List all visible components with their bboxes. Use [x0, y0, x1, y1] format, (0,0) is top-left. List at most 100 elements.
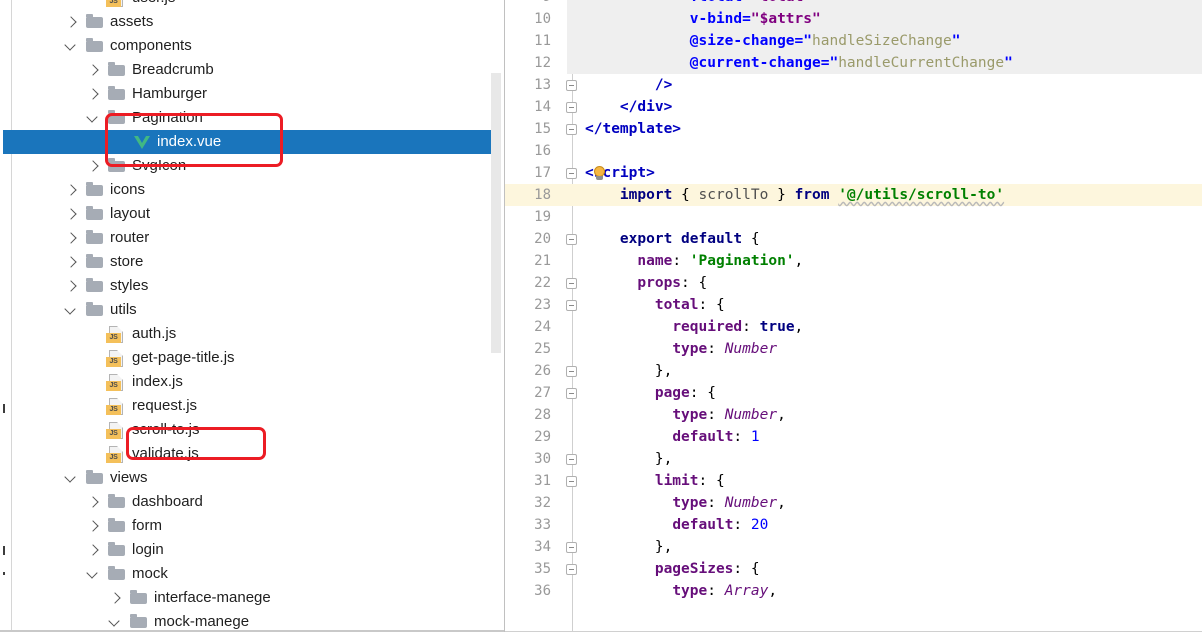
code-line[interactable]: 17 <script>	[505, 162, 1202, 184]
code-line[interactable]: 25 type: Number	[505, 338, 1202, 360]
file-tree-item[interactable]: assets	[0, 10, 504, 34]
file-tree-item[interactable]: JS get-page-title.js	[0, 346, 504, 370]
chevron-right-icon[interactable]	[82, 538, 106, 562]
code-line[interactable]: 22 props: {	[505, 272, 1202, 294]
chevron-right-icon[interactable]	[60, 10, 84, 34]
code-line[interactable]: 27 page: {	[505, 382, 1202, 404]
code-line[interactable]: 9 :total="total"	[505, 0, 1202, 8]
file-tree-item[interactable]: Hamburger	[0, 82, 504, 106]
code-line[interactable]: 33 default: 20	[505, 514, 1202, 536]
code-line[interactable]: 15 </template>	[505, 118, 1202, 140]
chevron-right-icon[interactable]	[82, 490, 106, 514]
code-line[interactable]: 11 @size-change="handleSizeChange"	[505, 30, 1202, 52]
file-tree-item[interactable]: JS auth.js	[0, 322, 504, 346]
file-tree-item[interactable]: index.vue	[3, 130, 502, 154]
code-line[interactable]: 35 pageSizes: {	[505, 558, 1202, 580]
no-chevron-spacer	[82, 370, 106, 394]
chevron-right-icon[interactable]	[104, 586, 128, 610]
code-editor-panel[interactable]: 9 :total="total"10 v-bind="$attrs"11 @si…	[505, 0, 1202, 632]
code-line[interactable]: 21 name: 'Pagination',	[505, 250, 1202, 272]
chevron-right-icon[interactable]	[82, 82, 106, 106]
code-lines[interactable]: 9 :total="total"10 v-bind="$attrs"11 @si…	[505, 0, 1202, 602]
chevron-right-icon[interactable]	[60, 250, 84, 274]
code-line[interactable]: 24 required: true,	[505, 316, 1202, 338]
line-number: 36	[534, 583, 551, 599]
tree-scrollbar-thumb[interactable]	[491, 73, 501, 353]
line-number: 10	[534, 11, 551, 27]
folder-icon	[106, 538, 128, 562]
chevron-right-icon[interactable]	[60, 274, 84, 298]
file-tree-item-label: auth.js	[132, 325, 177, 342]
file-tree-item[interactable]: mock-manege	[0, 610, 504, 632]
code-line[interactable]: 30 },	[505, 448, 1202, 470]
file-tree-item[interactable]: JS scroll-to.js	[0, 418, 504, 442]
file-tree-item-label: Pagination	[132, 109, 203, 126]
code-line[interactable]: 14 </div>	[505, 96, 1202, 118]
folder-icon	[84, 34, 106, 58]
chevron-right-icon[interactable]	[82, 514, 106, 538]
file-tree-item[interactable]: router	[0, 226, 504, 250]
code-line[interactable]: 29 default: 1	[505, 426, 1202, 448]
code-line[interactable]: 31 limit: {	[505, 470, 1202, 492]
file-tree-item[interactable]: SvgIcon	[0, 154, 504, 178]
code-line[interactable]: 10 v-bind="$attrs"	[505, 8, 1202, 30]
code-line[interactable]: 26 },	[505, 360, 1202, 382]
intention-lightbulb-icon[interactable]	[593, 166, 606, 181]
code-text: type: Number,	[672, 495, 786, 511]
chevron-right-icon[interactable]	[82, 58, 106, 82]
folder-icon	[106, 154, 128, 178]
no-chevron-spacer	[82, 394, 106, 418]
file-tree-item[interactable]: Breadcrumb	[0, 58, 504, 82]
file-tree-item[interactable]: interface-manege	[0, 586, 504, 610]
file-tree-item-label: mock-manege	[154, 613, 250, 630]
file-tree-item[interactable]: views	[0, 466, 504, 490]
file-tree-item[interactable]: icons	[0, 178, 504, 202]
file-tree-item[interactable]: utils	[0, 298, 504, 322]
code-line[interactable]: 20 export default {	[505, 228, 1202, 250]
chevron-down-icon[interactable]	[60, 34, 84, 58]
code-line[interactable]: 19	[505, 206, 1202, 228]
file-tree-item[interactable]: mock	[0, 562, 504, 586]
file-tree-item[interactable]: JS validate.js	[0, 442, 504, 466]
code-text: @current-change="handleCurrentChange"	[689, 55, 1013, 71]
file-tree-item[interactable]: styles	[0, 274, 504, 298]
file-tree-item[interactable]: layout	[0, 202, 504, 226]
chevron-right-icon[interactable]	[82, 154, 106, 178]
file-tree-item-label: user.js	[128, 0, 175, 10]
file-tree-item[interactable]: login	[0, 538, 504, 562]
chevron-right-icon[interactable]	[60, 202, 84, 226]
file-tree-item[interactable]: store	[0, 250, 504, 274]
tree-scrollbar-track[interactable]	[491, 0, 503, 632]
code-line[interactable]: 16	[505, 140, 1202, 162]
code-line[interactable]: 34 },	[505, 536, 1202, 558]
chevron-down-icon[interactable]	[60, 298, 84, 322]
file-tree-item[interactable]: dashboard	[0, 490, 504, 514]
file-tree-item[interactable]: JSuser.js	[0, 0, 504, 10]
code-line[interactable]: 23 total: {	[505, 294, 1202, 316]
file-tree-item[interactable]: form	[0, 514, 504, 538]
file-tree-item[interactable]: components	[0, 34, 504, 58]
code-text: @size-change="handleSizeChange"	[689, 33, 961, 49]
chevron-down-icon[interactable]	[104, 610, 128, 632]
code-line[interactable]: 18 import { scrollTo } from '@/utils/scr…	[505, 184, 1202, 206]
code-text: :total="total"	[585, 0, 812, 8]
code-text: v-bind="$attrs"	[689, 11, 821, 27]
file-tree-item[interactable]: Pagination	[0, 106, 504, 130]
chevron-down-icon[interactable]	[82, 106, 106, 130]
chevron-right-icon[interactable]	[60, 226, 84, 250]
code-text: type: Number,	[672, 407, 786, 423]
chevron-down-icon[interactable]	[82, 562, 106, 586]
file-tree-item[interactable]: JS request.js	[0, 394, 504, 418]
code-line[interactable]: 36 type: Array,	[505, 580, 1202, 602]
code-line[interactable]: 28 type: Number,	[505, 404, 1202, 426]
code-line[interactable]: 32 type: Number,	[505, 492, 1202, 514]
code-text: total: {	[654, 297, 725, 313]
code-line[interactable]: 13 />	[505, 74, 1202, 96]
chevron-right-icon[interactable]	[60, 178, 84, 202]
chevron-down-icon[interactable]	[60, 466, 84, 490]
code-line[interactable]: 12 @current-change="handleCurrentChange"	[505, 52, 1202, 74]
file-tree-item[interactable]: JS index.js	[0, 370, 504, 394]
